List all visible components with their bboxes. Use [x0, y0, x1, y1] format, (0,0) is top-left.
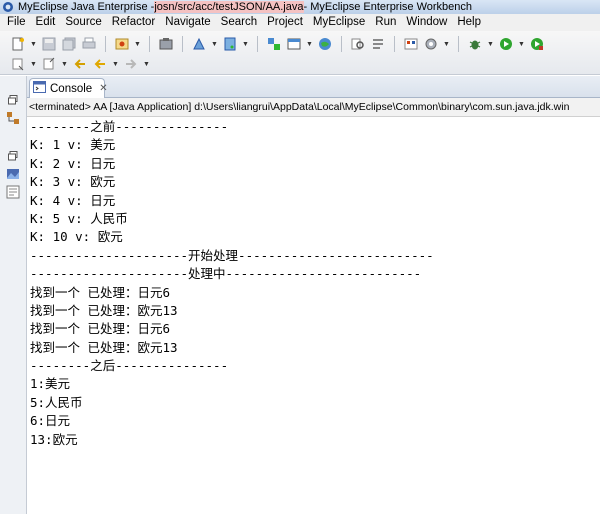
toolbar-row-1: ▼ ▼ ▼ ▼ ▼ ▼ ▼ ▼ [10, 34, 545, 54]
run-icon[interactable] [498, 36, 514, 52]
toolbar-separator [394, 36, 395, 52]
close-icon[interactable]: ✕ [99, 83, 107, 94]
restore-icon[interactable] [5, 92, 21, 108]
menu-navigate[interactable]: Navigate [160, 14, 215, 31]
save-all-icon[interactable] [61, 36, 77, 52]
back-dropdown-arrow-icon[interactable]: ▼ [112, 56, 119, 72]
console-line: --------之前--------------- [30, 119, 229, 134]
console-line: 找到一个 已处理：日元6 [30, 321, 171, 337]
new-icon[interactable] [10, 36, 26, 52]
menu-edit[interactable]: Edit [31, 14, 61, 31]
console-line: K: 3 v: 欧元 [30, 174, 116, 190]
view-tab-bar: Console ✕ [27, 76, 600, 98]
main-toolbar: ▼ ▼ ▼ ▼ ▼ ▼ ▼ ▼ ▼ ▼ ▼ ▼ [0, 31, 600, 75]
new-server-icon[interactable] [266, 36, 282, 52]
console-line: 13:欧元 [30, 431, 78, 447]
image-preview-icon[interactable] [5, 166, 21, 182]
external-tools-icon[interactable] [529, 36, 545, 52]
console-line: ---------------------开始处理---------------… [30, 247, 434, 263]
menu-run[interactable]: Run [370, 14, 401, 31]
open-perspective-icon[interactable] [286, 36, 302, 52]
forward-icon[interactable] [123, 56, 139, 72]
window-title-bar: MyEclipse Java Enterprise - josn/src/acc… [0, 0, 600, 14]
console-line: --------之后--------------- [30, 358, 229, 374]
tab-console[interactable]: Console ✕ [29, 78, 108, 98]
next-annotation-dropdown-arrow-icon[interactable]: ▼ [30, 56, 37, 72]
menu-project[interactable]: Project [262, 14, 308, 31]
menu-help[interactable]: Help [452, 14, 486, 31]
settings-dropdown-arrow-icon[interactable]: ▼ [443, 36, 450, 52]
open-type-icon[interactable] [114, 36, 130, 52]
console-line: 1:美元 [30, 376, 71, 392]
new-dropdown-arrow-icon[interactable]: ▼ [30, 36, 37, 52]
toolbar-separator [105, 36, 106, 52]
console-icon [33, 81, 46, 96]
myeclipse-logo-icon [2, 1, 14, 13]
console-line: ---------------------处理中----------------… [30, 266, 422, 282]
package-explorer-icon[interactable] [5, 110, 21, 126]
console-line: K: 1 v: 美元 [30, 137, 116, 153]
console-line: K: 4 v: 日元 [30, 192, 116, 208]
console-view: Console ✕ <terminated> AA [Java Applicat… [27, 76, 600, 514]
toolbar-separator [182, 36, 183, 52]
palette-icon[interactable] [403, 36, 419, 52]
console-status-line: <terminated> AA [Java Application] d:\Us… [27, 98, 600, 117]
search-icon[interactable] [350, 36, 366, 52]
menu-window[interactable]: Window [401, 14, 452, 31]
forward-dropdown-arrow-icon[interactable]: ▼ [143, 56, 150, 72]
server-dropdown-arrow-icon[interactable]: ▼ [242, 36, 249, 52]
menu-myeclipse[interactable]: MyEclipse [308, 14, 370, 31]
build-icon[interactable] [158, 36, 174, 52]
web-browser-icon[interactable] [317, 36, 333, 52]
tab-console-label: Console [50, 82, 93, 95]
print-icon[interactable] [81, 36, 97, 52]
properties-icon[interactable] [5, 184, 21, 200]
deploy-icon[interactable] [191, 36, 207, 52]
console-line: K: 2 v: 日元 [30, 155, 116, 171]
menu-file[interactable]: File [2, 14, 31, 31]
console-line: K: 10 v: 欧元 [30, 229, 123, 245]
window-title-path: josn/src/acc/testJSON/AA.java [154, 1, 304, 13]
menu-source[interactable]: Source [60, 14, 106, 31]
menu-bar: File Edit Source Refactor Navigate Searc… [0, 14, 600, 31]
toolbar-separator [257, 36, 258, 52]
last-edit-icon[interactable] [72, 56, 88, 72]
save-icon[interactable] [41, 36, 57, 52]
toolbar-separator [341, 36, 342, 52]
toolbar-separator [149, 36, 150, 52]
open-task-icon[interactable] [370, 36, 386, 52]
next-annotation-icon[interactable] [10, 56, 26, 72]
open-perspective-dropdown-arrow-icon[interactable]: ▼ [306, 36, 313, 52]
window-title-suffix: - MyEclipse Enterprise Workbench [303, 1, 473, 13]
restore-icon[interactable] [5, 148, 21, 164]
debug-icon[interactable] [467, 36, 483, 52]
console-line: K: 5 v: 人民币 [30, 210, 128, 226]
settings-gear-icon[interactable] [423, 36, 439, 52]
menu-search[interactable]: Search [216, 14, 262, 31]
debug-dropdown-arrow-icon[interactable]: ▼ [487, 36, 494, 52]
console-output[interactable]: --------之前--------------- K: 1 v: 美元 K: … [30, 118, 598, 512]
console-line: 找到一个 已处理：欧元13 [30, 302, 178, 318]
open-type-dropdown-arrow-icon[interactable]: ▼ [134, 36, 141, 52]
previous-annotation-dropdown-arrow-icon[interactable]: ▼ [61, 56, 68, 72]
console-line: 5:人民币 [30, 394, 83, 410]
console-line: 找到一个 已处理：日元6 [30, 284, 171, 300]
menu-refactor[interactable]: Refactor [107, 14, 160, 31]
run-dropdown-arrow-icon[interactable]: ▼ [518, 36, 525, 52]
toolbar-row-2: ▼ ▼ ▼ ▼ [10, 54, 150, 74]
toolbar-separator [458, 36, 459, 52]
previous-annotation-icon[interactable] [41, 56, 57, 72]
server-icon[interactable] [222, 36, 238, 52]
window-title-prefix: MyEclipse Java Enterprise - [18, 1, 155, 13]
console-line: 找到一个 已处理：欧元13 [30, 339, 178, 355]
console-line: 6:日元 [30, 413, 71, 429]
left-trim-bar [0, 76, 27, 514]
back-icon[interactable] [92, 56, 108, 72]
deploy-dropdown-arrow-icon[interactable]: ▼ [211, 36, 218, 52]
